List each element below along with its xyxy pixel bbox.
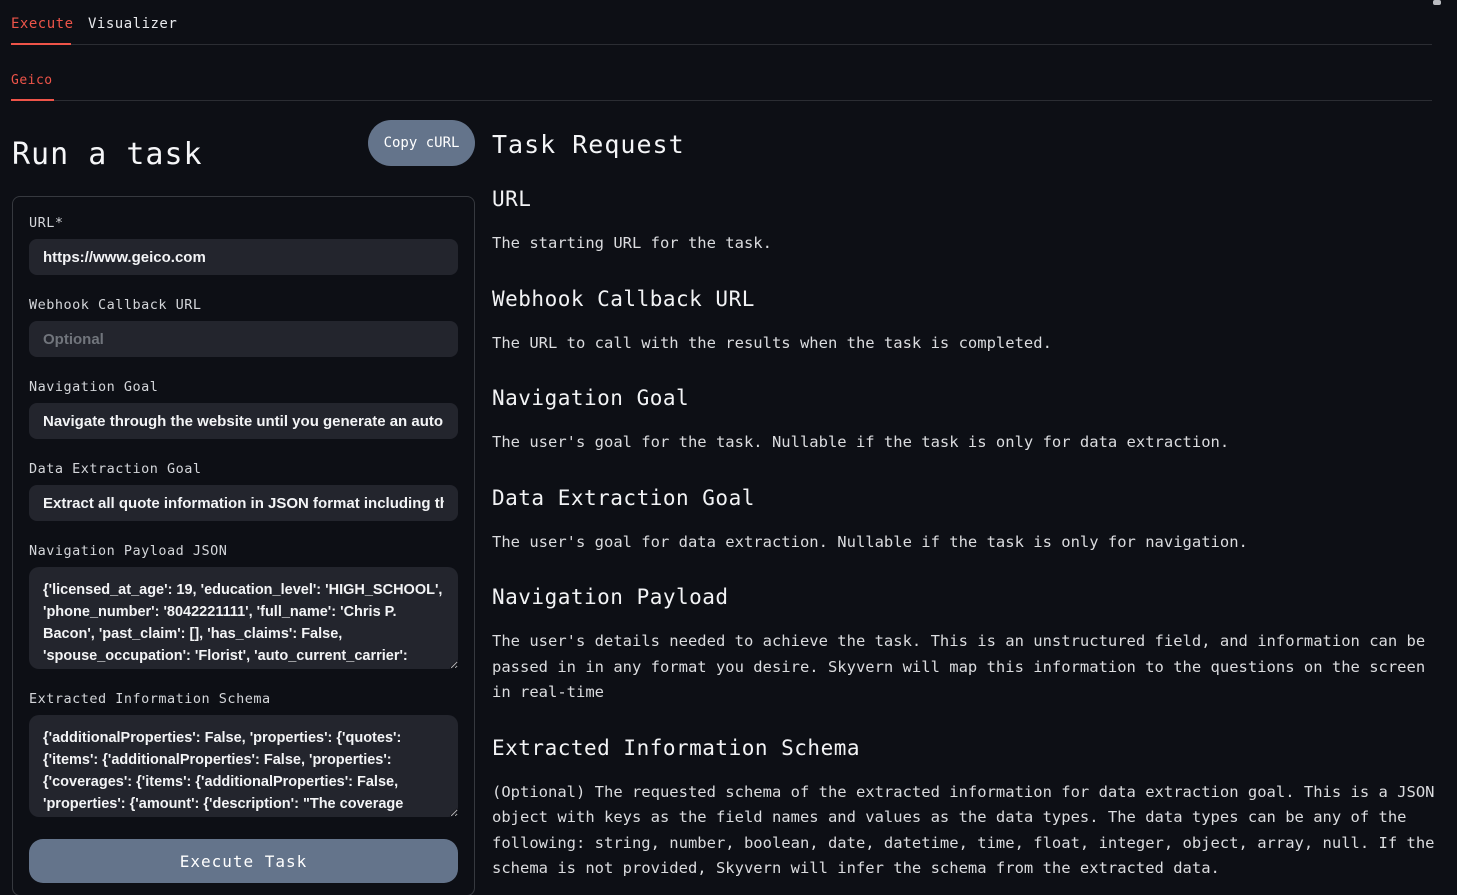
url-input[interactable]: [29, 239, 458, 275]
doc-desc-extracted-information-schema: (Optional) The requested schema of the e…: [492, 780, 1436, 882]
doc-desc-url: The starting URL for the task.: [492, 231, 1436, 257]
doc-heading-navigation-goal: Navigation Goal: [492, 386, 1436, 410]
page-title: Run a task: [12, 137, 203, 172]
navigation-payload-json-label: Navigation Payload JSON: [29, 543, 458, 559]
scrollbar-thumb[interactable]: [1433, 0, 1441, 5]
extracted-information-schema-textarea[interactable]: {'additionalProperties': False, 'propert…: [29, 715, 458, 817]
task-request-docs: Task Request URL The starting URL for th…: [492, 130, 1436, 895]
active-subtab-indicator: [11, 99, 54, 101]
task-form-card: URL* Webhook Callback URL Navigation Goa…: [12, 196, 475, 895]
app-window: Execute Visualizer Geico Run a task Copy…: [0, 0, 1457, 895]
webhook-callback-url-input[interactable]: [29, 321, 458, 357]
navigation-goal-input[interactable]: [29, 403, 458, 439]
tab-geico[interactable]: Geico: [11, 73, 53, 88]
data-extraction-goal-input[interactable]: [29, 485, 458, 521]
execute-task-button[interactable]: Execute Task: [29, 839, 458, 883]
doc-desc-data-extraction-goal: The user's goal for data extraction. Nul…: [492, 530, 1436, 556]
active-tab-indicator: [11, 43, 71, 45]
subtabbar-divider: [11, 100, 1432, 101]
tab-execute[interactable]: Execute: [11, 16, 74, 32]
data-extraction-goal-label: Data Extraction Goal: [29, 461, 458, 477]
doc-desc-navigation-payload: The user's details needed to achieve the…: [492, 629, 1436, 706]
doc-heading-extracted-information-schema: Extracted Information Schema: [492, 736, 1436, 760]
navigation-goal-label: Navigation Goal: [29, 379, 458, 395]
webhook-callback-url-label: Webhook Callback URL: [29, 297, 458, 313]
doc-heading-url: URL: [492, 187, 1436, 211]
url-label: URL*: [29, 215, 458, 231]
doc-heading-data-extraction-goal: Data Extraction Goal: [492, 486, 1436, 510]
tabbar-divider: [11, 44, 1432, 45]
doc-heading-navigation-payload: Navigation Payload: [492, 585, 1436, 609]
tab-visualizer[interactable]: Visualizer: [88, 16, 177, 32]
doc-desc-webhook-callback-url: The URL to call with the results when th…: [492, 331, 1436, 357]
copy-curl-button[interactable]: Copy cURL: [368, 120, 475, 166]
doc-heading-webhook-callback-url: Webhook Callback URL: [492, 287, 1436, 311]
doc-desc-navigation-goal: The user's goal for the task. Nullable i…: [492, 430, 1436, 456]
navigation-payload-json-textarea[interactable]: {'licensed_at_age': 19, 'education_level…: [29, 567, 458, 669]
docs-title: Task Request: [492, 130, 1436, 159]
extracted-information-schema-label: Extracted Information Schema: [29, 691, 458, 707]
